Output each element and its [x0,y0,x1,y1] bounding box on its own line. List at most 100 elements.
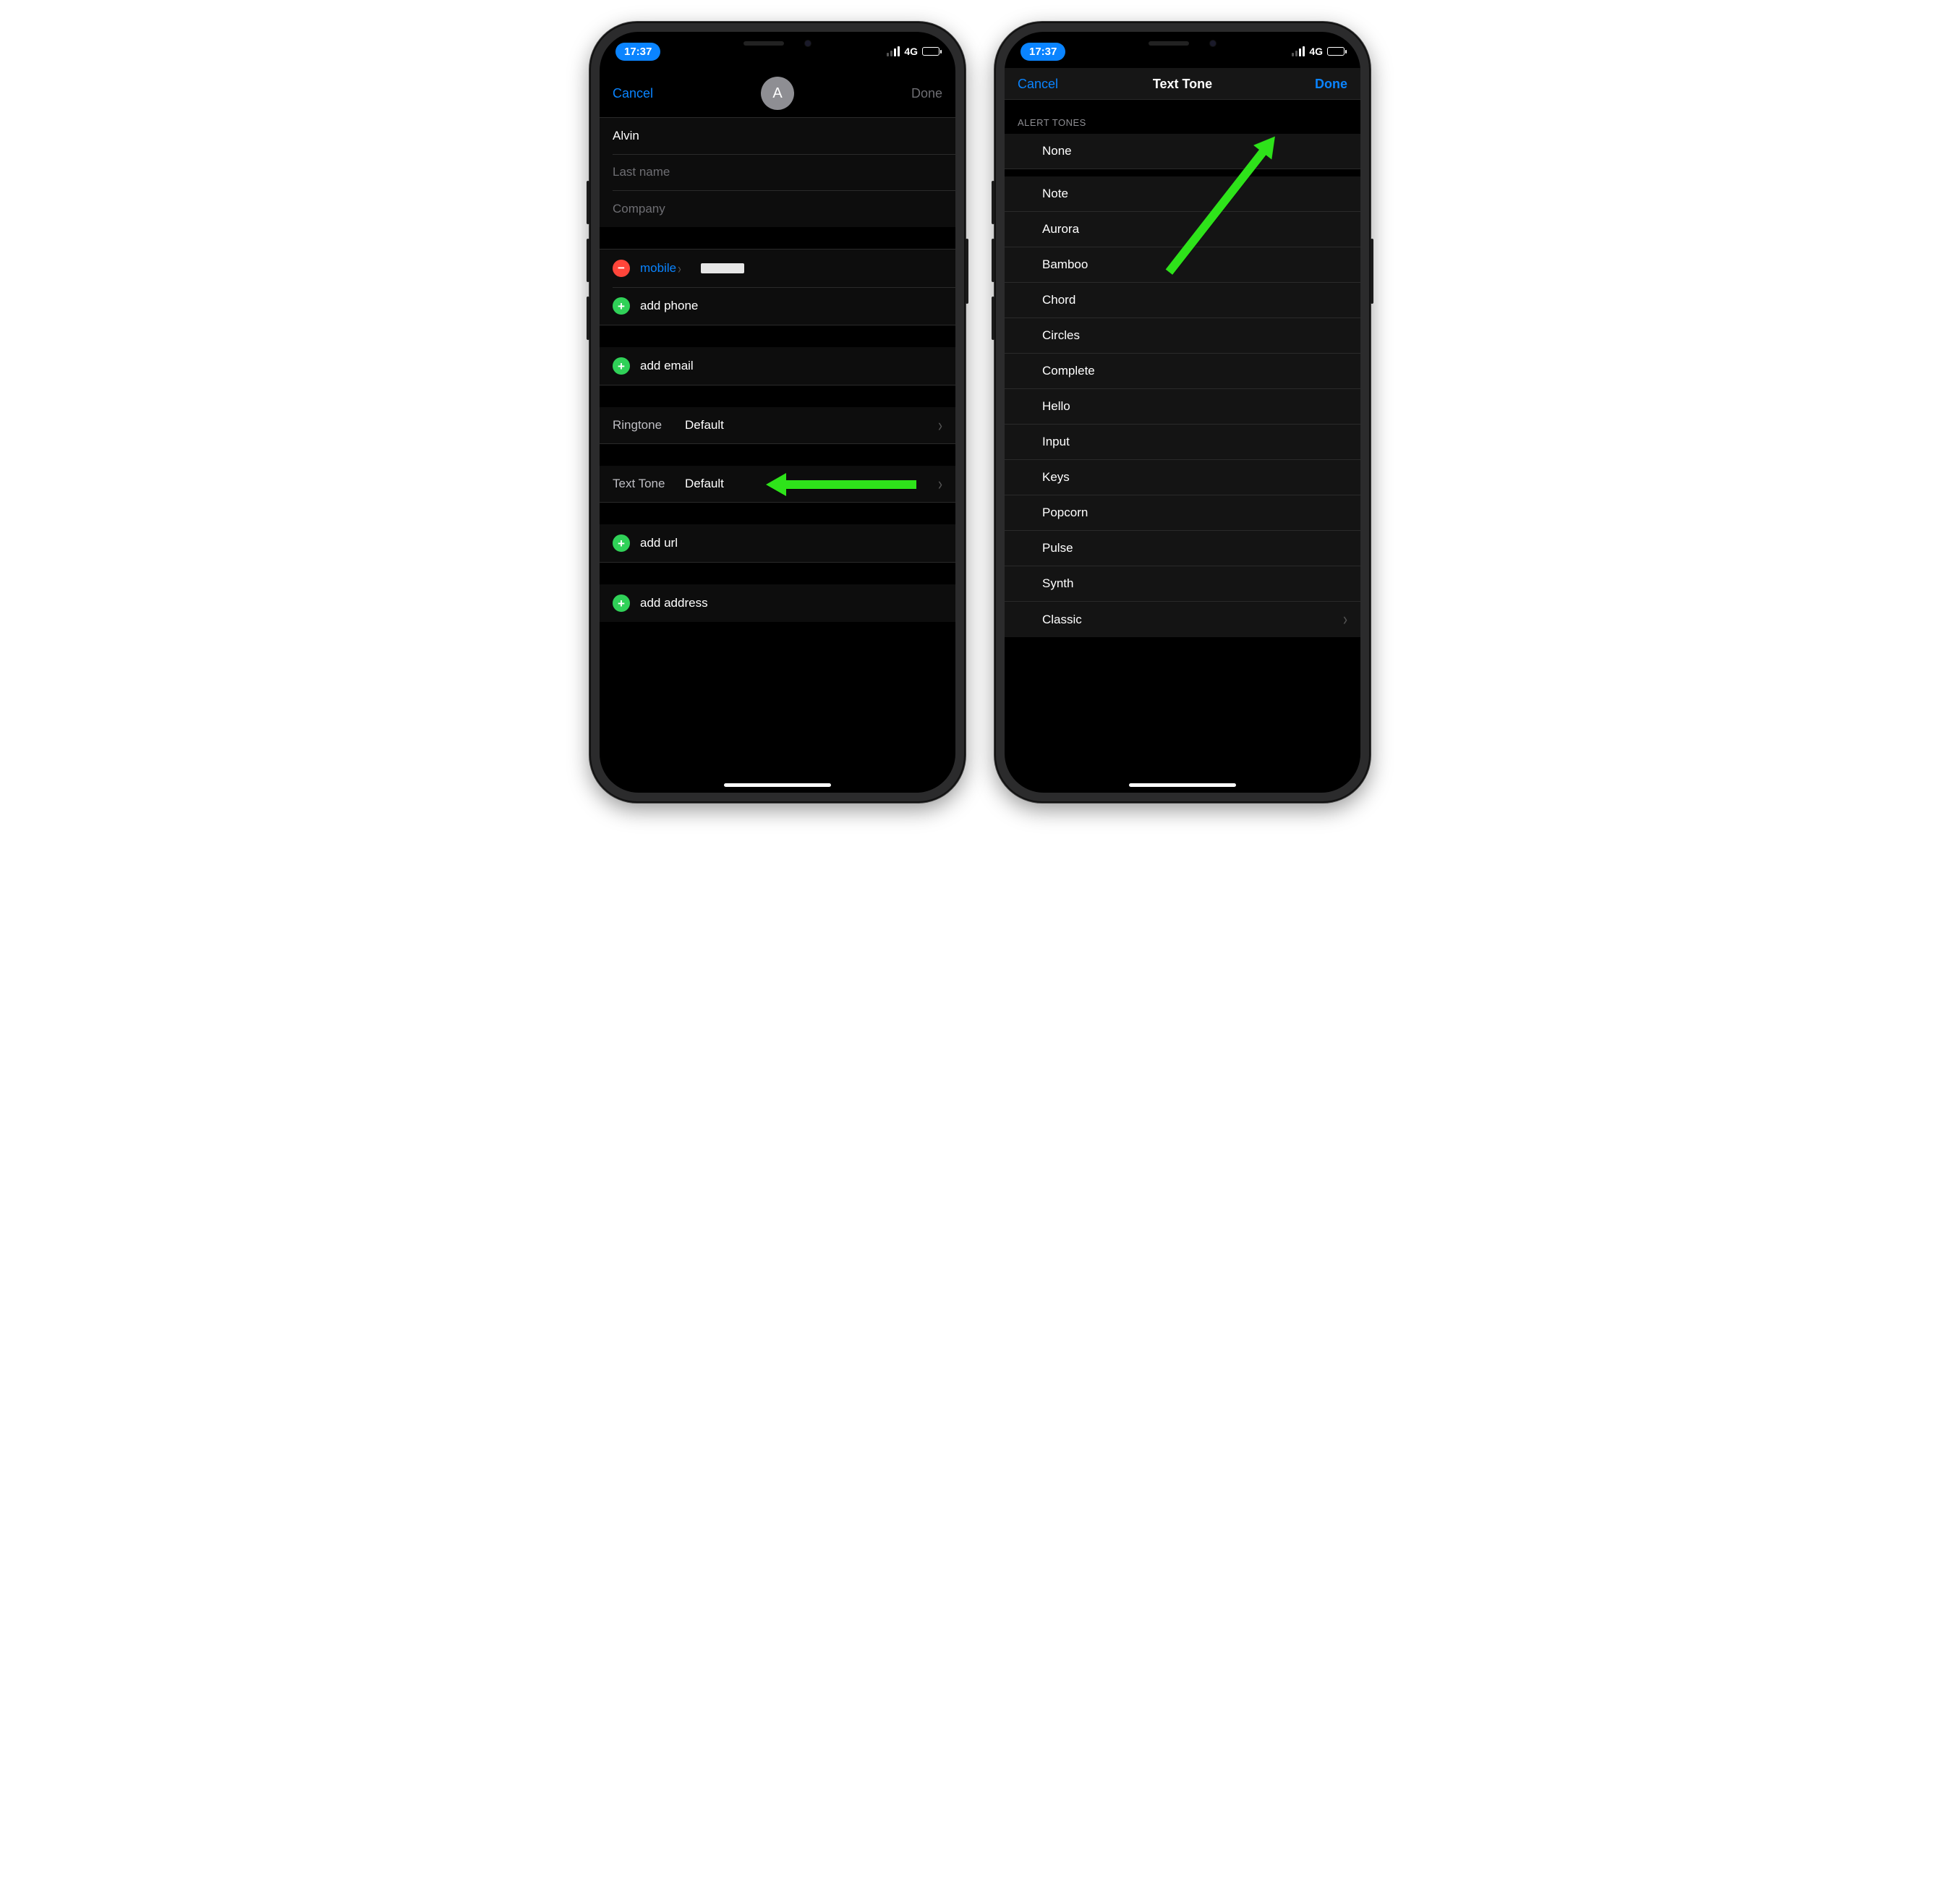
url-group: + add url [600,524,955,562]
tone-input[interactable]: Input [1005,424,1360,459]
network-label: 4G [904,46,918,57]
phone-type-label[interactable]: mobile [640,261,676,276]
company-row[interactable] [600,191,955,227]
front-camera [804,40,811,47]
front-camera [1209,40,1217,47]
first-name-input[interactable] [613,129,942,143]
email-group: + add email [600,347,955,385]
chevron-right-icon: › [938,473,942,494]
add-icon[interactable]: + [613,297,630,315]
chevron-right-icon: › [938,414,942,435]
tone-note[interactable]: Note [1005,176,1360,211]
ringtone-value: Default [685,418,724,432]
last-name-row[interactable] [600,154,955,190]
add-url-row[interactable]: + add url [600,524,955,562]
screen-right: 17:37 4G Cancel Text Tone Done ALERT TON… [1005,32,1360,793]
tones-list: None [1005,134,1360,169]
phone-group: − mobile › + add phone [600,250,955,325]
tone-label: Keys [1042,470,1070,485]
tone-label: Pulse [1042,541,1073,555]
phone-right: 17:37 4G Cancel Text Tone Done ALERT TON… [994,22,1371,803]
phone-number-redacted [694,261,698,276]
tone-keys[interactable]: Keys [1005,459,1360,495]
ringtone-label: Ringtone [613,418,685,432]
add-icon[interactable]: + [613,357,630,375]
annotation-arrow-texttone [766,473,916,496]
tone-label: Note [1042,187,1068,201]
tone-synth[interactable]: Synth [1005,566,1360,601]
tone-label: None [1042,144,1072,158]
signal-icon [887,46,900,56]
add-url-label: add url [640,536,678,550]
notch [702,32,853,55]
first-name-row[interactable] [600,118,955,154]
page-title: Text Tone [1153,77,1212,92]
phone-row[interactable]: − mobile › [600,250,955,287]
add-phone-row[interactable]: + add phone [600,287,955,325]
add-address-label: add address [640,596,708,610]
tone-circles[interactable]: Circles [1005,318,1360,353]
status-time-pill: 17:37 [1021,43,1065,61]
tone-complete[interactable]: Complete [1005,353,1360,388]
tone-label: Chord [1042,293,1075,307]
nav-bar: Cancel Text Tone Done [1005,68,1360,100]
home-indicator[interactable] [1129,783,1236,787]
battery-icon [922,47,939,56]
tone-label: Classic [1042,613,1082,627]
ringtone-row[interactable]: Ringtone Default › [600,407,955,443]
cancel-button[interactable]: Cancel [1018,77,1075,92]
tone-label: Hello [1042,399,1070,414]
battery-icon [1327,47,1345,56]
tone-label: Synth [1042,576,1073,591]
edit-contact-content: Cancel A Done [600,68,955,793]
add-icon[interactable]: + [613,595,630,612]
tone-hello[interactable]: Hello [1005,388,1360,424]
tone-label: Bamboo [1042,257,1088,272]
status-time-pill: 17:37 [615,43,660,61]
done-button[interactable]: Done [885,86,942,101]
status-right: 4G [1292,46,1345,57]
add-icon[interactable]: + [613,534,630,552]
avatar[interactable]: A [761,77,794,110]
network-label: 4G [1309,46,1323,57]
tone-label: Aurora [1042,222,1079,236]
tone-label: Popcorn [1042,506,1088,520]
texttone-picker-content: Cancel Text Tone Done ALERT TONES None N… [1005,68,1360,637]
tone-popcorn[interactable]: Popcorn [1005,495,1360,530]
redacted-block [701,263,744,273]
tone-none[interactable]: None [1005,134,1360,169]
add-email-label: add email [640,359,694,373]
home-indicator[interactable] [724,783,831,787]
done-button[interactable]: Done [1290,77,1347,92]
texttone-label: Text Tone [613,477,685,491]
status-right: 4G [887,46,939,57]
notch [1107,32,1258,55]
speaker-grill [1149,41,1189,46]
remove-phone-icon[interactable]: − [613,260,630,277]
tone-pulse[interactable]: Pulse [1005,530,1360,566]
tone-classic[interactable]: Classic › [1005,601,1360,637]
screen-left: 17:37 4G Cancel A Done [600,32,955,793]
add-phone-label: add phone [640,299,698,313]
chevron-right-icon: › [1343,609,1347,630]
phone-left: 17:37 4G Cancel A Done [589,22,966,803]
last-name-input[interactable] [613,165,942,179]
add-email-row[interactable]: + add email [600,347,955,385]
nav-bar: Cancel A Done [600,68,955,117]
speaker-grill [743,41,784,46]
chevron-right-icon: › [678,260,681,276]
address-group: + add address [600,584,955,622]
alert-tones-header: ALERT TONES [1005,100,1360,134]
company-input[interactable] [613,202,942,216]
ringtone-group: Ringtone Default › [600,407,955,443]
texttone-group: Text Tone Default › [600,466,955,502]
tone-label: Input [1042,435,1070,449]
tone-label: Circles [1042,328,1080,343]
texttone-value: Default [685,477,724,491]
name-group [600,118,955,227]
cancel-button[interactable]: Cancel [613,86,670,101]
tone-chord[interactable]: Chord [1005,282,1360,318]
tone-label: Complete [1042,364,1095,378]
signal-icon [1292,46,1305,56]
add-address-row[interactable]: + add address [600,584,955,622]
